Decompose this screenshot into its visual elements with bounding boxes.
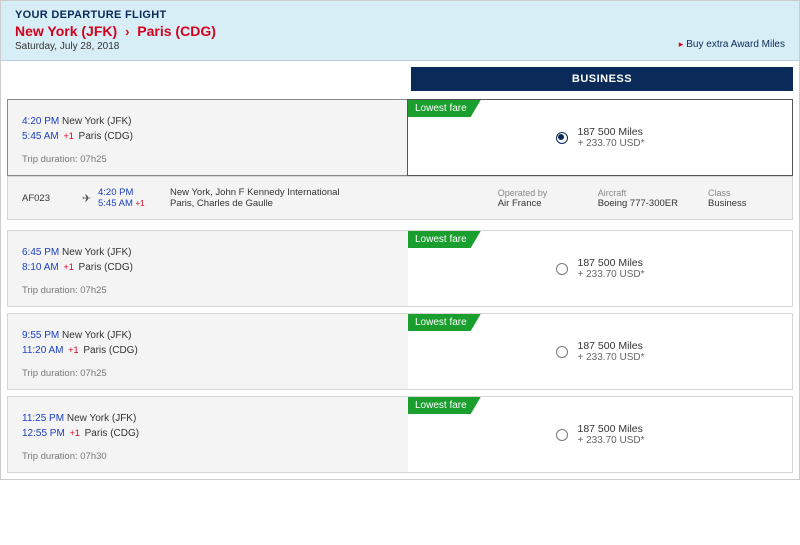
- flight-option[interactable]: 4:20 PM New York (JFK) 5:45 AM +1 Paris …: [7, 99, 793, 176]
- taxes-amount: + 233.70 USD*: [578, 435, 645, 446]
- triangle-icon: ▸: [679, 39, 684, 49]
- fare-radio[interactable]: [556, 346, 568, 358]
- route-line: New York (JFK) › Paris (CDG): [15, 23, 785, 39]
- trip-duration: Trip duration: 07h25: [22, 285, 394, 296]
- buy-miles-link[interactable]: ▸Buy extra Award Miles: [679, 39, 785, 50]
- plus-day: +1: [63, 262, 73, 272]
- flight-times: 6:45 PM New York (JFK) 8:10 AM +1 Paris …: [8, 231, 408, 306]
- cabin-header-row: BUSINESS: [1, 61, 799, 99]
- aircraft: Boeing 777-300ER: [598, 198, 678, 209]
- taxes-amount: + 233.70 USD*: [578, 269, 645, 280]
- detail-arr-airport: Paris, Charles de Gaulle: [170, 198, 370, 209]
- trip-duration: Trip duration: 07h25: [22, 368, 394, 379]
- flight-option[interactable]: 11:25 PM New York (JFK) 12:55 PM +1 Pari…: [7, 396, 793, 473]
- detail-dep-time: 4:20 PM: [98, 187, 170, 198]
- arr-time: 5:45 AM: [22, 131, 59, 142]
- arr-city: Paris (CDG): [79, 131, 133, 142]
- arr-city: Paris (CDG): [83, 345, 137, 356]
- flight-number: AF023: [22, 193, 82, 204]
- dep-city: New York (JFK): [62, 247, 131, 258]
- flight-option[interactable]: 6:45 PM New York (JFK) 8:10 AM +1 Paris …: [7, 230, 793, 307]
- arr-city: Paris (CDG): [79, 262, 133, 273]
- arr-time: 11:20 AM: [22, 345, 64, 356]
- fare-cell[interactable]: Lowest fare 187 500 Miles + 233.70 USD*: [408, 314, 792, 389]
- cabin-class: Business: [708, 198, 747, 209]
- travel-date: Saturday, July 28, 2018: [15, 41, 785, 52]
- lowest-fare-ribbon: Lowest fare: [408, 314, 481, 331]
- aircraft-label: Aircraft: [598, 188, 678, 198]
- fare-cell[interactable]: Lowest fare 187 500 Miles + 233.70 USD*: [408, 231, 792, 306]
- trip-duration: Trip duration: 07h30: [22, 451, 394, 462]
- taxes-amount: + 233.70 USD*: [578, 138, 645, 149]
- dep-city: New York (JFK): [67, 413, 136, 424]
- flight-option[interactable]: 9:55 PM New York (JFK) 11:20 AM +1 Paris…: [7, 313, 793, 390]
- miles-amount: 187 500 Miles: [578, 423, 645, 435]
- buy-miles-label: Buy extra Award Miles: [686, 39, 785, 50]
- flight-detail-row: AF023 ✈ 4:20 PM 5:45 AM +1 New York, Joh…: [7, 176, 793, 220]
- flight-times: 9:55 PM New York (JFK) 11:20 AM +1 Paris…: [8, 314, 408, 389]
- arr-city: Paris (CDG): [85, 428, 139, 439]
- lowest-fare-ribbon: Lowest fare: [408, 100, 481, 117]
- fare-radio[interactable]: [556, 263, 568, 275]
- dep-time: 11:25 PM: [22, 413, 64, 424]
- operated-by-label: Operated by: [498, 188, 568, 198]
- trip-duration: Trip duration: 07h25: [22, 154, 394, 165]
- miles-amount: 187 500 Miles: [578, 126, 645, 138]
- class-label: Class: [708, 188, 778, 198]
- fare-cell[interactable]: Lowest fare 187 500 Miles + 233.70 USD*: [407, 99, 793, 176]
- plus-day: +1: [68, 345, 78, 355]
- plus-day: +1: [63, 131, 73, 141]
- taxes-amount: + 233.70 USD*: [578, 352, 645, 363]
- dep-time: 6:45 PM: [22, 247, 59, 258]
- flight-times: 11:25 PM New York (JFK) 12:55 PM +1 Pari…: [8, 397, 408, 472]
- lowest-fare-ribbon: Lowest fare: [408, 231, 481, 248]
- dep-time: 9:55 PM: [22, 330, 59, 341]
- miles-amount: 187 500 Miles: [578, 340, 645, 352]
- detail-dep-airport: New York, John F Kennedy International: [170, 187, 370, 198]
- flight-times: 4:20 PM New York (JFK) 5:45 AM +1 Paris …: [8, 100, 408, 175]
- cabin-business-tab[interactable]: BUSINESS: [411, 67, 793, 91]
- lowest-fare-ribbon: Lowest fare: [408, 397, 481, 414]
- detail-arr-time: 5:45 AM: [98, 198, 133, 209]
- dep-city: New York (JFK): [62, 116, 131, 127]
- origin: New York (JFK): [15, 23, 117, 39]
- header-title: YOUR DEPARTURE FLIGHT: [15, 9, 785, 21]
- dep-city: New York (JFK): [62, 330, 131, 341]
- departure-header: YOUR DEPARTURE FLIGHT New York (JFK) › P…: [1, 1, 799, 61]
- operated-by: Air France: [498, 198, 542, 209]
- airplane-icon: ✈: [82, 192, 98, 205]
- arr-time: 12:55 PM: [22, 428, 65, 439]
- dep-time: 4:20 PM: [22, 116, 59, 127]
- fare-cell[interactable]: Lowest fare 187 500 Miles + 233.70 USD*: [408, 397, 792, 472]
- fare-radio[interactable]: [556, 132, 568, 144]
- fare-radio[interactable]: [556, 429, 568, 441]
- route-chevron-icon: ›: [125, 24, 129, 39]
- plus-day: +1: [70, 428, 80, 438]
- destination: Paris (CDG): [137, 23, 216, 39]
- arr-time: 8:10 AM: [22, 262, 59, 273]
- detail-plus-day: +1: [136, 199, 145, 208]
- miles-amount: 187 500 Miles: [578, 257, 645, 269]
